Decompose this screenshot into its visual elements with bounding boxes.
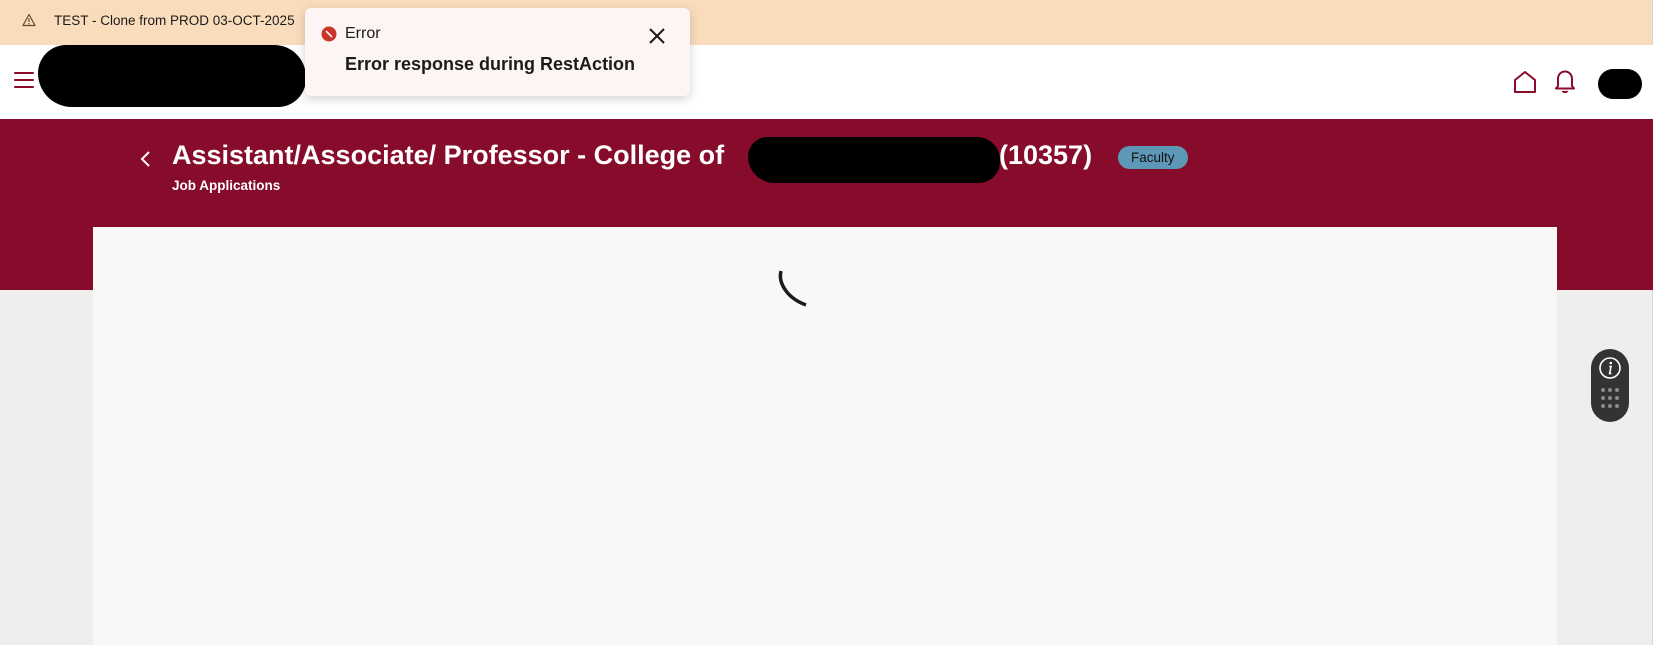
environment-banner: TEST - Clone from PROD 03-OCT-2025 bbox=[0, 0, 1653, 45]
toast-message: Error response during RestAction bbox=[345, 54, 636, 74]
grid-icon[interactable] bbox=[1600, 387, 1620, 413]
home-icon[interactable] bbox=[1512, 69, 1538, 95]
bell-icon[interactable] bbox=[1553, 68, 1577, 94]
warning-icon bbox=[22, 13, 36, 27]
info-icon[interactable] bbox=[1598, 356, 1622, 380]
page-scrollbar[interactable] bbox=[1652, 0, 1663, 645]
error-toast: Error Error response during RestAction bbox=[305, 8, 690, 96]
back-chevron-icon[interactable] bbox=[136, 147, 156, 171]
hamburger-icon[interactable] bbox=[14, 72, 34, 88]
content-panel bbox=[93, 227, 1557, 645]
toast-title: Error bbox=[345, 25, 381, 42]
requisition-id: (10357) bbox=[999, 140, 1093, 170]
environment-banner-text: TEST - Clone from PROD 03-OCT-2025 bbox=[54, 13, 295, 28]
page-subtitle: Job Applications bbox=[172, 178, 281, 193]
spinner-icon bbox=[778, 270, 807, 307]
error-icon bbox=[321, 26, 337, 42]
app-header bbox=[0, 45, 1653, 119]
floating-help-dock bbox=[1591, 349, 1629, 422]
redacted-logo bbox=[38, 45, 306, 107]
category-badge: Faculty bbox=[1118, 146, 1188, 169]
page-title: Assistant/Associate/ Professor - College… bbox=[172, 140, 725, 170]
user-avatar[interactable] bbox=[1598, 69, 1642, 99]
redacted-college-name bbox=[748, 137, 1000, 183]
close-icon[interactable] bbox=[645, 24, 669, 48]
